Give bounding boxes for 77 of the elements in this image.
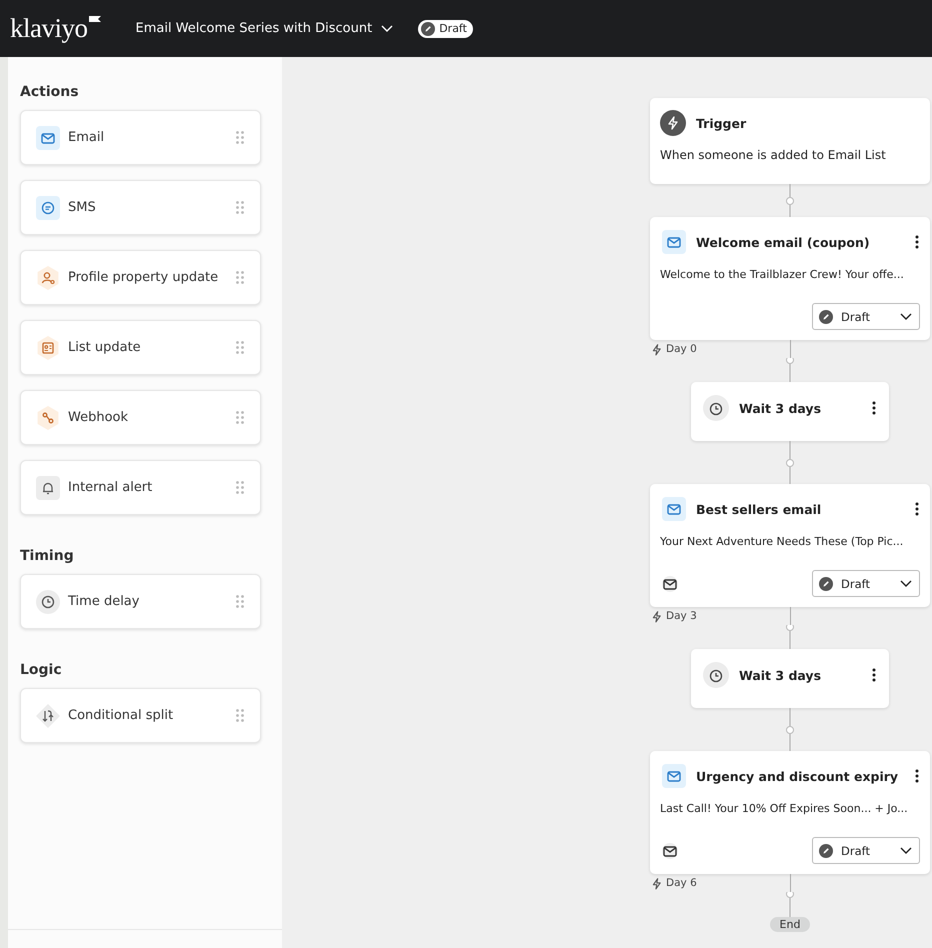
status-dropdown[interactable]: Draft bbox=[812, 837, 920, 864]
email-card[interactable]: Best sellers email Your Next Adventure Needs These (Top Pic... Draft bbox=[650, 484, 930, 607]
lightning-icon bbox=[650, 342, 663, 356]
status-dropdown[interactable]: Draft bbox=[812, 570, 920, 597]
day-label: Day 6 bbox=[650, 876, 697, 890]
connector bbox=[785, 708, 795, 751]
more-menu-icon[interactable] bbox=[871, 400, 877, 416]
section-heading: Actions bbox=[20, 83, 80, 102]
drag-handle-icon[interactable] bbox=[236, 709, 244, 722]
pencil-icon bbox=[421, 22, 436, 36]
end-marker: End bbox=[770, 917, 810, 932]
trigger-card[interactable]: Trigger When someone is added to Email List bbox=[650, 98, 930, 184]
action-item[interactable]: Email bbox=[20, 110, 261, 165]
drag-handle-icon[interactable] bbox=[236, 411, 244, 424]
lightning-icon bbox=[650, 610, 663, 622]
drag-handle-icon[interactable] bbox=[236, 131, 244, 144]
more-menu-icon[interactable] bbox=[914, 501, 920, 517]
node-title: Trigger bbox=[696, 116, 748, 130]
wait-card[interactable]: Wait 3 days bbox=[691, 649, 889, 708]
flow-title-dropdown[interactable]: Email Welcome Series with Discount bbox=[136, 21, 394, 36]
action-item[interactable]: Conditional split bbox=[20, 688, 261, 743]
envelope-icon bbox=[662, 497, 686, 521]
status-dropdown[interactable]: Draft bbox=[812, 303, 920, 330]
drag-handle-icon[interactable] bbox=[236, 481, 244, 494]
more-menu-icon[interactable] bbox=[871, 667, 877, 683]
email-subject: Your Next Adventure Needs These (Top Pic... bbox=[660, 535, 904, 548]
drag-handle-icon[interactable] bbox=[236, 341, 244, 354]
section-heading: Timing bbox=[20, 547, 75, 566]
action-item[interactable]: List update bbox=[20, 320, 261, 375]
action-item[interactable]: Webhook bbox=[20, 390, 261, 445]
lightning-icon bbox=[650, 876, 663, 890]
node-title: Wait 3 days bbox=[739, 668, 822, 682]
person-icon bbox=[36, 266, 60, 290]
connector bbox=[785, 184, 795, 217]
connector bbox=[785, 892, 795, 917]
webhook-icon bbox=[36, 406, 60, 430]
action-item[interactable]: Internal alert bbox=[20, 460, 261, 515]
node-title: Best sellers email bbox=[696, 502, 822, 516]
connector bbox=[785, 625, 795, 649]
chat-bubble-icon bbox=[36, 196, 60, 220]
action-item[interactable]: SMS bbox=[20, 180, 261, 235]
drag-handle-icon[interactable] bbox=[236, 201, 244, 214]
trigger-description: When someone is added to Email List bbox=[660, 148, 887, 162]
action-item[interactable]: Time delay bbox=[20, 574, 261, 629]
pencil-icon bbox=[819, 310, 833, 324]
contact-card-icon bbox=[36, 336, 60, 360]
pencil-icon bbox=[819, 576, 833, 590]
bell-icon bbox=[36, 476, 60, 500]
envelope-icon bbox=[662, 230, 686, 254]
status-badge: Draft bbox=[418, 20, 473, 38]
connector bbox=[785, 358, 795, 382]
connector bbox=[785, 441, 795, 484]
node-title: Urgency and discount expiry bbox=[696, 768, 900, 784]
drag-handle-icon[interactable] bbox=[236, 271, 244, 284]
day-label: Day 3 bbox=[650, 610, 697, 622]
clock-icon bbox=[703, 662, 729, 688]
section-heading: Logic bbox=[20, 661, 63, 680]
more-menu-icon[interactable] bbox=[914, 768, 920, 784]
envelope-icon bbox=[36, 126, 60, 150]
node-title: Welcome email (coupon) bbox=[696, 234, 871, 250]
email-card[interactable]: Welcome email (coupon) Welcome to the Trailblazer Crew! Your offe... Draft bbox=[650, 217, 930, 340]
action-item[interactable]: Profile property update bbox=[20, 250, 261, 305]
day-label: Day 0 bbox=[650, 342, 697, 356]
email-subject: Welcome to the Trailblazer Crew! Your offe... bbox=[660, 268, 904, 281]
email-subject: Last Call! Your 10% Off Expires Soon... + Jo... bbox=[660, 802, 908, 815]
wait-card[interactable]: Wait 3 days bbox=[691, 382, 889, 441]
pencil-icon bbox=[819, 844, 833, 858]
lightning-icon bbox=[660, 110, 686, 136]
logo: klaviyo bbox=[10, 15, 102, 42]
clock-icon bbox=[703, 395, 729, 421]
email-card[interactable]: Urgency and discount expiry Last Call! Your 10% Off Expires Soon... + Jo... Draft bbox=[650, 751, 930, 874]
split-arrows-icon bbox=[36, 704, 60, 728]
clock-icon bbox=[36, 590, 60, 614]
more-menu-icon[interactable] bbox=[914, 234, 920, 250]
drag-handle-icon[interactable] bbox=[236, 595, 244, 608]
envelope-icon bbox=[662, 764, 686, 788]
node-title: Wait 3 days bbox=[739, 400, 822, 416]
